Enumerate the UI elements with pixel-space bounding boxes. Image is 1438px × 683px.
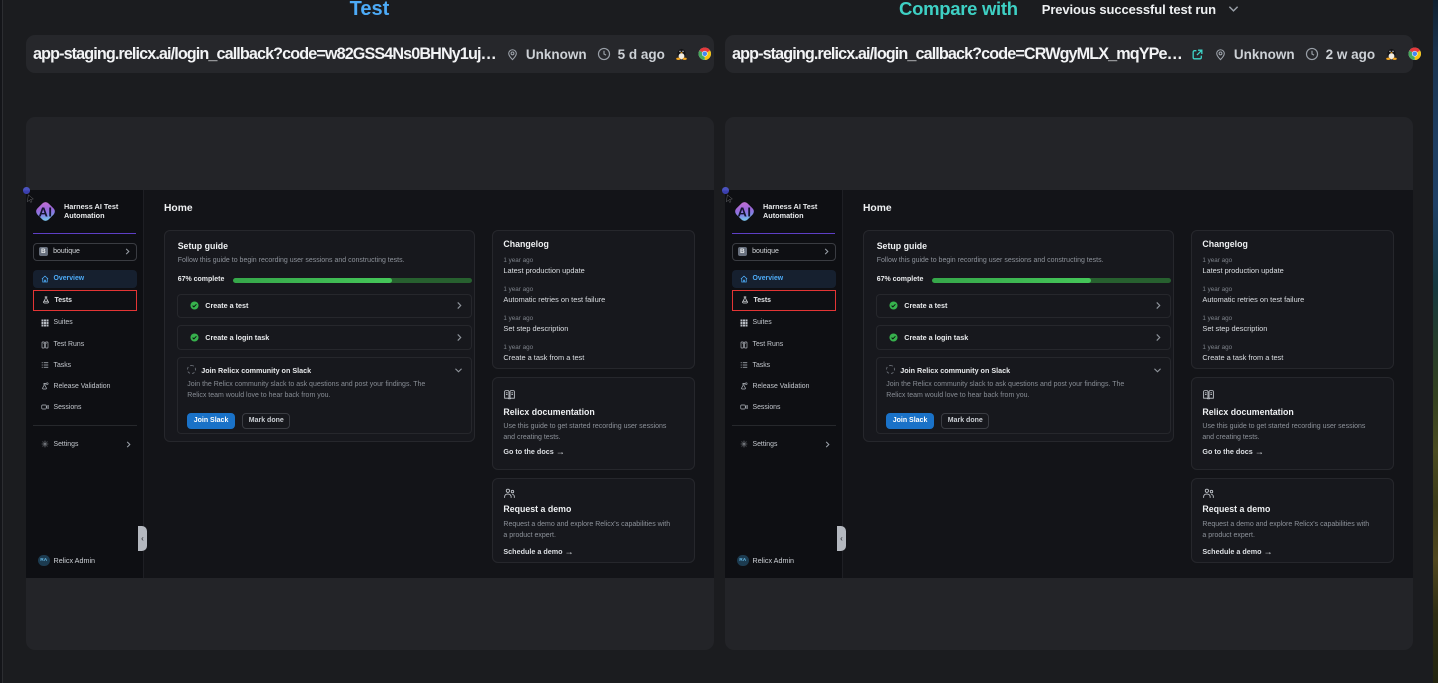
svg-text:AI: AI	[738, 204, 752, 219]
svg-text:AI: AI	[39, 204, 53, 219]
